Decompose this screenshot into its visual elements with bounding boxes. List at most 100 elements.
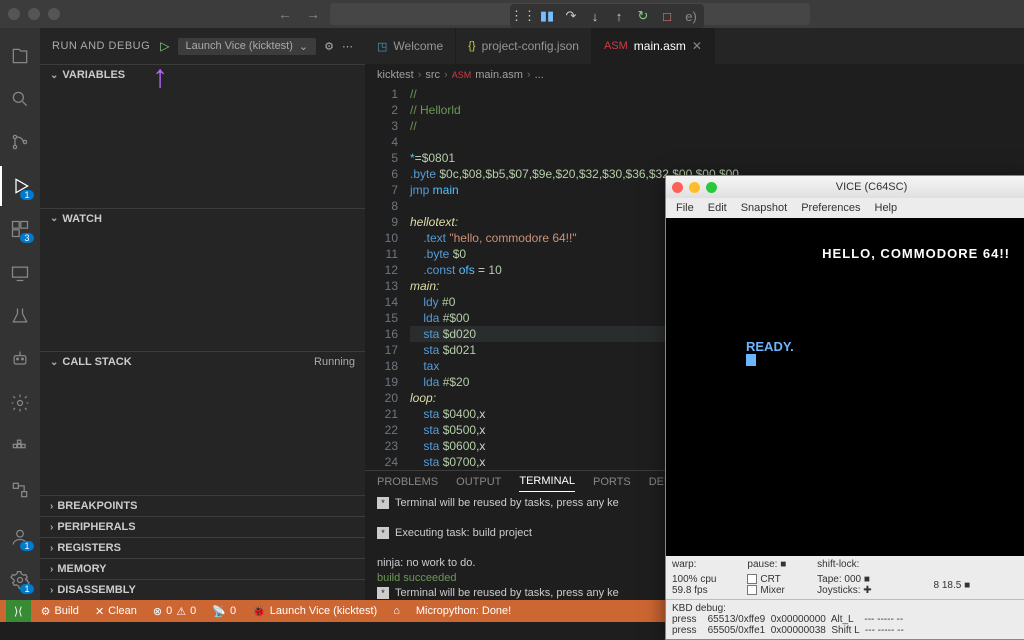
kbd-debug-label: KBD debug:: [672, 603, 1020, 614]
hierachy-icon[interactable]: [0, 470, 40, 509]
vice-title-label: VICE (C64SC): [723, 181, 1020, 193]
vice-shiftlock-label: shift-lock:: [817, 559, 890, 570]
vice-menu-file[interactable]: File: [676, 202, 694, 214]
section-peripherals[interactable]: ›PERIPHERALS: [40, 517, 365, 537]
step-into-button[interactable]: ↓: [584, 6, 606, 26]
remote-button[interactable]: ⟩⟨: [6, 600, 31, 622]
chevron-down-icon: ⌄: [299, 40, 308, 53]
home-button[interactable]: ⌂: [387, 605, 406, 617]
step-out-button[interactable]: ↑: [608, 6, 630, 26]
section-variables[interactable]: ⌄VARIABLES: [40, 65, 365, 85]
callstack-status: Running: [314, 356, 355, 368]
run-debug-icon[interactable]: 1: [0, 166, 40, 205]
vice-fps: 59.8 fps: [672, 585, 708, 596]
scm-icon[interactable]: [0, 123, 40, 162]
debug-toolbar: ⋮⋮ ▮▮ ↷ ↓ ↑ ↻ □ e): [510, 4, 704, 28]
start-debug-button[interactable]: ▷: [160, 39, 169, 53]
maximize-window[interactable]: [48, 8, 60, 20]
chevron-down-icon: ⌄: [50, 70, 58, 81]
vice-menubar: File Edit Snapshot Preferences Help: [666, 198, 1024, 218]
debug-handle-icon[interactable]: ⋮⋮: [512, 6, 534, 26]
chevron-right-icon: ›: [50, 522, 53, 533]
vice-hello-text: HELLO, COMMODORE 64!!: [746, 246, 1010, 261]
section-watch[interactable]: ⌄WATCH: [40, 209, 365, 229]
explorer-icon[interactable]: [0, 36, 40, 75]
robot-icon[interactable]: [0, 340, 40, 379]
chevron-right-icon: ›: [50, 543, 53, 554]
launch-config-dropdown[interactable]: Launch Vice (kicktest) ⌄: [178, 38, 317, 55]
vice-close[interactable]: [672, 182, 683, 193]
file-icon: ◳: [377, 40, 387, 53]
section-breakpoints[interactable]: ›BREAKPOINTS: [40, 496, 365, 516]
gear-badge: 1: [20, 584, 34, 594]
launch-status-button[interactable]: 🐞 Launch Vice (kicktest): [246, 605, 383, 618]
vice-titlebar[interactable]: VICE (C64SC): [666, 176, 1024, 198]
close-icon[interactable]: ✕: [692, 39, 702, 53]
panel-tab-terminal[interactable]: TERMINAL: [519, 471, 575, 492]
panel-tab-ports[interactable]: PORTS: [593, 472, 631, 492]
nav-fwd-icon[interactable]: →: [302, 6, 324, 22]
file-icon: ASM: [604, 40, 628, 52]
sidebar: RUN AND DEBUG ▷ Launch Vice (kicktest) ⌄…: [40, 28, 365, 600]
annotation-arrow: ↑: [152, 58, 168, 95]
chevron-right-icon: ›: [50, 564, 53, 575]
vice-max[interactable]: [706, 182, 717, 193]
vice-window: VICE (C64SC) File Edit Snapshot Preferences…: [665, 175, 1024, 640]
vice-tape: Tape: 000: [817, 574, 861, 585]
vice-cursor: [746, 354, 756, 366]
debug-settings-icon[interactable]: ⚙: [324, 40, 334, 53]
account-icon[interactable]: 1: [0, 517, 40, 556]
build-button[interactable]: ⚙ Build: [35, 605, 85, 618]
vice-warp-label: warp:: [672, 559, 735, 570]
vice-pause-label: pause:: [747, 559, 777, 570]
panel-tab-output[interactable]: OUTPUT: [456, 472, 501, 492]
breadcrumb[interactable]: kicktest › src › ASM main.asm › ...: [365, 64, 1024, 86]
vice-min[interactable]: [689, 182, 700, 193]
close-window[interactable]: [8, 8, 20, 20]
vice-menu-help[interactable]: Help: [875, 202, 898, 214]
vice-screen: HELLO, COMMODORE 64!! READY.: [666, 218, 1024, 556]
vice-drive: 8 18.5: [934, 580, 962, 591]
beaker-icon[interactable]: [0, 296, 40, 335]
tab-welcome[interactable]: ◳Welcome: [365, 28, 456, 64]
section-registers[interactable]: ›REGISTERS: [40, 538, 365, 558]
chevron-down-icon: ⌄: [50, 357, 58, 368]
section-memory[interactable]: ›MEMORY: [40, 559, 365, 579]
restart-button[interactable]: ↻: [632, 6, 654, 26]
chevron-down-icon: ⌄: [50, 213, 58, 224]
vice-statusbar: warp: pause: ■ shift-lock: 100% cpu59.8 …: [666, 556, 1024, 599]
vice-menu-preferences[interactable]: Preferences: [801, 202, 860, 214]
extensions-icon[interactable]: 3: [0, 210, 40, 249]
panel-tab-problems[interactable]: PROBLEMS: [377, 472, 438, 492]
docker-icon[interactable]: [0, 427, 40, 466]
nav-back-icon[interactable]: ←: [274, 6, 296, 22]
micropython-status[interactable]: Micropython: Done!: [410, 605, 517, 617]
vice-menu-snapshot[interactable]: Snapshot: [741, 202, 787, 214]
tab-main-asm[interactable]: ASMmain.asm✕: [592, 28, 715, 64]
settings-gear-icon[interactable]: 1: [0, 561, 40, 600]
step-over-button[interactable]: ↷: [560, 6, 582, 26]
gear2-icon[interactable]: [0, 383, 40, 422]
radio-button[interactable]: 📡 0: [206, 605, 242, 618]
clean-button[interactable]: ✕ Clean: [89, 605, 143, 618]
tab-project-config-json[interactable]: {}project-config.json: [456, 28, 592, 64]
acct-badge: 1: [20, 541, 34, 551]
vice-kbd-debug: KBD debug: press 65513/0xffe9 0x00000000…: [666, 599, 1024, 639]
search-icon[interactable]: [0, 79, 40, 118]
debug-e: e): [680, 6, 702, 26]
crt-checkbox[interactable]: [747, 574, 757, 584]
stop-button[interactable]: □: [656, 6, 678, 26]
launch-config-label: Launch Vice (kicktest): [186, 40, 293, 52]
more-icon[interactable]: ⋯: [342, 40, 353, 53]
errors-button[interactable]: ⊗ 0 ⚠ 0: [147, 605, 202, 618]
section-disassembly[interactable]: ›DISASSEMBLY: [40, 580, 365, 600]
mixer-checkbox[interactable]: [747, 585, 757, 595]
pause-button[interactable]: ▮▮: [536, 6, 558, 26]
vice-menu-edit[interactable]: Edit: [708, 202, 727, 214]
section-callstack[interactable]: ⌄CALL STACKRunning: [40, 352, 365, 372]
activity-bar: 1 3 1 1: [0, 28, 40, 600]
remote-icon[interactable]: [0, 253, 40, 292]
ext-badge: 3: [20, 233, 34, 243]
minimize-window[interactable]: [28, 8, 40, 20]
debug-badge: 1: [20, 190, 34, 200]
